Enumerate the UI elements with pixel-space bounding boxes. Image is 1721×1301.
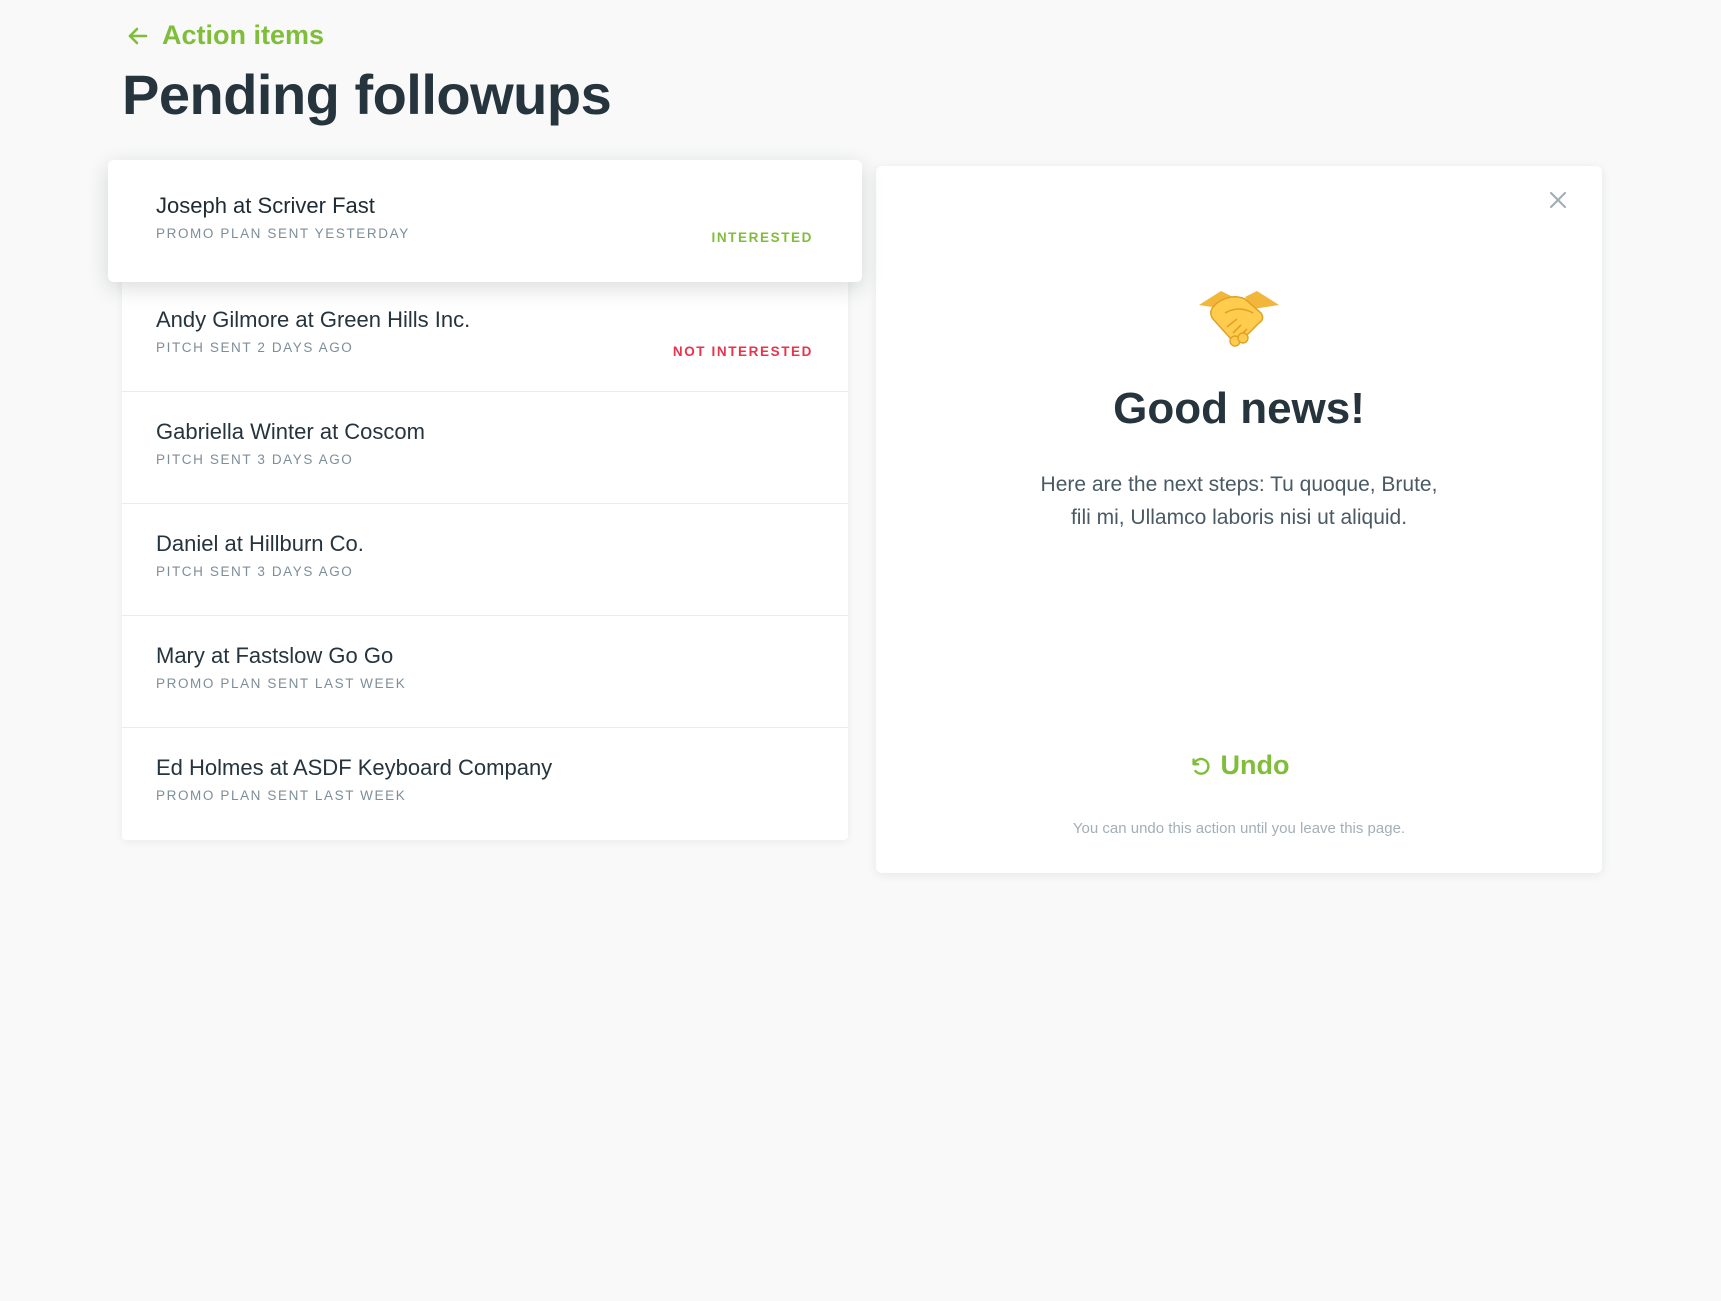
list-item[interactable]: Joseph at Scriver Fast Promo plan sent y… bbox=[108, 160, 862, 282]
panel-body: Here are the next steps: Tu quoque, Brut… bbox=[1026, 468, 1452, 534]
undo-label: Undo bbox=[1220, 750, 1290, 780]
list-item-name: Daniel at Hillburn Co. bbox=[156, 531, 364, 556]
list-item-name: Mary at Fastslow Go Go bbox=[156, 643, 394, 668]
list-item-subtitle: Pitch sent 3 days ago bbox=[156, 564, 354, 579]
list-item[interactable]: Andy Gilmore at Green Hills Inc. Pitch s… bbox=[122, 280, 848, 392]
list-item[interactable]: Ed Holmes at ASDF Keyboard Company Promo… bbox=[122, 728, 848, 840]
followup-list: Joseph at Scriver Fast Promo plan sent y… bbox=[108, 160, 862, 840]
back-link-label: Action items bbox=[162, 20, 325, 50]
list-item-subtitle: Pitch sent 3 days ago bbox=[156, 452, 354, 467]
close-icon bbox=[1549, 191, 1567, 209]
panel-body-line: fili mi, Ullamco laboris nisi ut aliquid… bbox=[1070, 506, 1408, 529]
page-title: Pending followups bbox=[122, 63, 612, 126]
list-item-name: Ed Holmes at ASDF Keyboard Company bbox=[156, 755, 553, 780]
undo-note: You can undo this action until you leave… bbox=[1072, 820, 1406, 837]
panel-title: Good news! bbox=[1113, 384, 1365, 433]
handshake-icon bbox=[1199, 291, 1279, 347]
list-item-name: Joseph at Scriver Fast bbox=[156, 193, 375, 218]
list-item-subtitle: Promo plan sent last week bbox=[156, 788, 407, 803]
list-item-subtitle: Promo plan sent last week bbox=[156, 676, 407, 691]
undo-icon bbox=[1191, 757, 1210, 775]
status-badge: Interested bbox=[711, 230, 813, 245]
back-link[interactable]: Action items bbox=[126, 20, 324, 51]
list-item[interactable]: Mary at Fastslow Go Go Promo plan sent l… bbox=[122, 616, 848, 728]
list-item-name: Andy Gilmore at Green Hills Inc. bbox=[156, 307, 471, 332]
page: Action items Pending followups Joseph at… bbox=[0, 0, 1721, 1301]
arrow-left-icon bbox=[128, 27, 148, 44]
detail-panel: Good news! Here are the next steps: Tu q… bbox=[876, 166, 1602, 873]
list-item-name: Gabriella Winter at Coscom bbox=[156, 419, 425, 444]
undo-button[interactable]: Undo bbox=[876, 750, 1602, 781]
handshake-icon-wrap bbox=[876, 283, 1602, 353]
list-item[interactable]: Daniel at Hillburn Co. Pitch sent 3 days… bbox=[122, 504, 848, 616]
list-item[interactable]: Gabriella Winter at Coscom Pitch sent 3 … bbox=[122, 392, 848, 504]
panel-body-line: Here are the next steps: Tu quoque, Brut… bbox=[1040, 473, 1438, 496]
close-button[interactable] bbox=[1540, 182, 1576, 218]
status-badge: Not interested bbox=[672, 344, 813, 359]
